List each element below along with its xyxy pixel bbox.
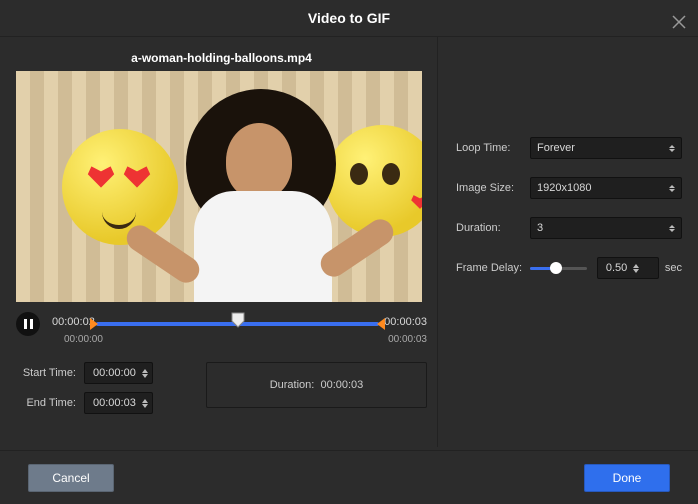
playhead-handle[interactable] (231, 312, 245, 331)
titlebar: Video to GIF (0, 0, 698, 37)
dialog-title: Video to GIF (308, 10, 390, 26)
range-start-handle[interactable] (90, 318, 98, 330)
frame-delay-value: 0.50 (606, 262, 627, 274)
timeline-track[interactable] (96, 322, 379, 326)
end-time-stepper[interactable]: 00:00:03 (84, 392, 153, 414)
video-preview[interactable] (16, 71, 422, 302)
loop-time-value: Forever (537, 142, 575, 154)
close-button[interactable] (670, 8, 688, 26)
dialog-body: a-woman-holding-balloons.mp4 00:00:02 (0, 37, 698, 447)
left-panel: a-woman-holding-balloons.mp4 00:00:02 (0, 37, 438, 447)
source-filename: a-woman-holding-balloons.mp4 (16, 51, 427, 65)
frame-delay-stepper[interactable]: 0.50 (597, 257, 659, 279)
duration-setting-label: Duration: (456, 222, 530, 234)
balloon-left (62, 129, 178, 245)
video-to-gif-dialog: Video to GIF a-woman-holding-balloons.mp… (0, 0, 698, 504)
person-arm-left (122, 220, 205, 287)
image-size-select[interactable]: 1920x1080 (530, 177, 682, 199)
playhead-icon (231, 312, 245, 328)
start-time-stepper[interactable]: 00:00:00 (84, 362, 153, 384)
chevron-updown-icon (669, 185, 675, 192)
range-end-handle[interactable] (377, 318, 385, 330)
time-inputs: Start Time: 00:00:00 End Time: 00:00:03 (16, 362, 427, 422)
chevron-updown-icon (669, 225, 675, 232)
stepper-icon (633, 264, 639, 273)
timeline: 00:00:02 00:00:03 00:00:00 00:00:03 (16, 308, 427, 352)
done-button[interactable]: Done (584, 464, 670, 492)
start-time-label: Start Time: (16, 367, 76, 379)
frame-delay-slider[interactable] (530, 261, 587, 275)
right-panel: Loop Time: Forever Image Size: 1920x1080… (438, 37, 698, 447)
pause-button[interactable] (16, 312, 40, 336)
frame-delay-label: Frame Delay: (456, 262, 530, 274)
person-face (226, 123, 292, 199)
duration-display: Duration: 00:00:03 (206, 362, 427, 408)
slider-knob[interactable] (550, 262, 562, 274)
end-time-value: 00:00:03 (93, 397, 136, 409)
duration-setting-select[interactable]: 3 (530, 217, 682, 239)
cancel-button[interactable]: Cancel (28, 464, 114, 492)
image-size-value: 1920x1080 (537, 182, 591, 194)
chevron-updown-icon (669, 145, 675, 152)
timeline-range-start: 00:00:00 (64, 334, 103, 345)
timeline-total-time: 00:00:03 (384, 316, 427, 328)
done-button-label: Done (613, 471, 642, 485)
cancel-button-label: Cancel (52, 471, 89, 485)
timeline-current-time: 00:00:02 (52, 316, 95, 328)
end-time-label: End Time: (16, 397, 76, 409)
stepper-icon (142, 369, 148, 378)
loop-time-select[interactable]: Forever (530, 137, 682, 159)
dialog-footer: Cancel Done (0, 450, 698, 504)
duration-setting-value: 3 (537, 222, 543, 234)
loop-time-label: Loop Time: (456, 142, 530, 154)
person-torso (194, 191, 332, 302)
duration-value: 00:00:03 (320, 379, 363, 391)
start-time-value: 00:00:00 (93, 367, 136, 379)
image-size-label: Image Size: (456, 182, 530, 194)
duration-label: Duration: (270, 379, 315, 391)
close-icon (670, 13, 688, 31)
pause-icon (24, 319, 33, 329)
timeline-range-end: 00:00:03 (388, 334, 427, 345)
stepper-icon (142, 399, 148, 408)
frame-delay-unit: sec (665, 262, 682, 274)
